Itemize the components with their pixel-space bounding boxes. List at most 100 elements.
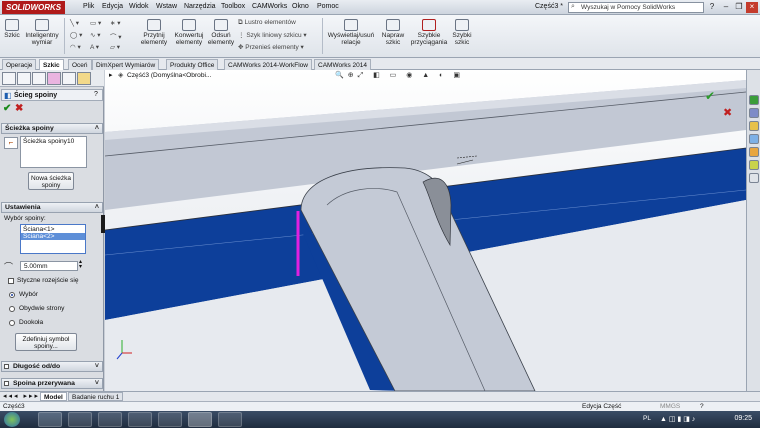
feature-tree-icon[interactable] [2, 72, 16, 85]
tab-dimxpert[interactable]: DimXpert Wymiarów [92, 59, 160, 70]
menu-pomoc[interactable]: Pomoc [317, 3, 339, 10]
bead-size-input[interactable]: 5.00mm [20, 261, 78, 271]
menu-toolbox[interactable]: Toolbox [221, 3, 245, 10]
confirm-corner-cancel-icon[interactable]: ✖ [723, 106, 732, 119]
help-search-input[interactable]: Wyszukaj w Pomocy SolidWorks [568, 2, 704, 13]
property-manager-icon[interactable] [17, 72, 31, 85]
language-indicator[interactable]: PL [643, 415, 651, 422]
taskbar-media-icon[interactable] [128, 412, 152, 427]
tray-icons[interactable]: ▲ ◫ ▮ ◨ ♪ [660, 415, 695, 423]
size-spinner[interactable]: ▴ ▾ [79, 259, 82, 270]
taskbar-firefox-icon[interactable] [158, 412, 182, 427]
forum-icon[interactable] [749, 173, 759, 183]
tab-produkty-office[interactable]: Produkty Office [166, 59, 219, 70]
cancel-x-icon[interactable]: ✖ [15, 103, 23, 114]
confirm-corner-ok-icon[interactable]: ✔ [705, 89, 715, 103]
configuration-manager-icon[interactable] [32, 72, 46, 85]
tab-model[interactable]: Model [40, 392, 67, 401]
taskbar-folder-icon[interactable] [98, 412, 122, 427]
tab-ocen[interactable]: Oceń [68, 59, 92, 70]
tab-motion-study[interactable]: Badanie ruchu 1 [68, 392, 124, 401]
close-icon[interactable]: × [746, 2, 758, 13]
text-tool-icon[interactable]: A ▾ [90, 43, 99, 51]
status-units[interactable]: MMGS [660, 402, 680, 411]
trim-entities-button[interactable]: Przytnij elementy [138, 19, 170, 46]
sketch-button[interactable]: Szkic [2, 19, 22, 39]
display-delete-relations-button[interactable]: Wyświetlaj/usuń relacje [326, 19, 376, 46]
view-tools-icons[interactable]: 🔍⊕⤢ ◧ ▭ ◉ ▲ ◐ ▣ [335, 71, 464, 80]
taskbar-solidworks-icon[interactable] [188, 412, 212, 427]
list-item[interactable]: Ścieżka spoiny10 [23, 138, 74, 145]
menu-wstaw[interactable]: Wstaw [156, 3, 177, 10]
radio-selection[interactable] [9, 292, 15, 298]
radio-both-sides[interactable] [9, 306, 15, 312]
ok-check-icon[interactable]: ✔ [3, 103, 11, 114]
define-weld-symbol-button[interactable]: Zdefiniuj symbol spoiny... [15, 333, 77, 351]
spline-tool-icon[interactable]: ∿ ▾ [90, 31, 101, 39]
new-weld-path-button[interactable]: Nowa ścieżka spoiny [28, 172, 74, 190]
tab-camworks-workflow[interactable]: CAMWorks 2014-WorkFlow [224, 59, 312, 70]
weld-path-group-header[interactable]: Ścieżka spoiny ˄ [1, 123, 103, 134]
rectangle-tool-icon[interactable]: ▭ ▾ [90, 19, 101, 27]
tab-scroll-arrows[interactable]: ◂◂◂ ▸▸▸ [3, 392, 40, 400]
line-tool-icon[interactable]: ╲ ▾ [70, 19, 79, 27]
restore-icon[interactable]: ❐ [733, 2, 745, 13]
point-tool-icon[interactable]: ∗ ▾ [110, 19, 121, 27]
list-item[interactable]: Ściana<1> [23, 226, 55, 233]
display-manager-icon[interactable] [62, 72, 76, 85]
menu-narzedzia[interactable]: Narzędzia [184, 3, 216, 10]
graphics-viewport[interactable]: ▸ ◈ Część3 (Domyślna<Obrobi... 🔍⊕⤢ ◧ ▭ ◉… [105, 70, 746, 391]
appearances-icon[interactable] [749, 147, 759, 157]
design-library-icon[interactable] [749, 108, 759, 118]
length-group-header[interactable]: Długość od/do ˅ [1, 361, 103, 372]
help-icon[interactable]: ? [706, 2, 718, 13]
weld-path-list[interactable]: Ścieżka spoiny10 [20, 136, 87, 168]
length-group-checkbox[interactable] [4, 364, 9, 369]
menu-plik[interactable]: Plik [83, 3, 94, 10]
rapid-sketch-button[interactable]: Szybki szkic [450, 19, 474, 46]
help-icon[interactable]: ? [94, 91, 98, 98]
tab-szkic[interactable]: Szkic [39, 59, 64, 70]
dimxpert-manager-icon[interactable] [47, 72, 61, 85]
weld-selection-list[interactable]: Ściana<1> Ściana<2> [20, 224, 86, 254]
tangent-propagation-checkbox[interactable] [8, 278, 14, 284]
linear-pattern-button[interactable]: ⋮ Szyk liniowy szkicu ▾ [238, 31, 307, 39]
solidworks-resources-icon[interactable] [749, 95, 759, 105]
smart-dimension-button[interactable]: Inteligentny wymiar [22, 19, 62, 46]
camworks-tree-icon[interactable] [77, 72, 91, 85]
start-button-icon[interactable] [4, 412, 20, 427]
radio-all-around[interactable] [9, 320, 15, 326]
taskbar-clock[interactable]: 09:25 [734, 415, 752, 422]
plane-tool-icon[interactable]: ▱ ▾ [110, 43, 120, 51]
repair-sketch-button[interactable]: Napraw szkic [378, 19, 408, 46]
menu-okno[interactable]: Okno [292, 3, 309, 10]
mirror-entities-button[interactable]: ⧉ Lustro elementów [238, 19, 296, 27]
minimize-icon[interactable]: – [720, 2, 732, 13]
tab-camworks[interactable]: CAMWorks 2014 [314, 59, 372, 70]
convert-entities-button[interactable]: Konwertuj elementy [172, 19, 206, 46]
solidworks-logo[interactable]: SOLIDWORKS [2, 1, 66, 14]
custom-properties-icon[interactable] [749, 160, 759, 170]
tree-flyout-icon[interactable]: ▸ [109, 71, 113, 79]
quick-snaps-button[interactable]: Szybkie przyciągania [410, 19, 448, 46]
file-explorer-icon[interactable] [749, 121, 759, 131]
arc-tool-icon[interactable]: ◠ ▾ [70, 43, 81, 51]
menu-camworks[interactable]: CAMWorks [252, 3, 287, 10]
taskbar-app-icon[interactable] [218, 412, 242, 427]
taskbar-explorer-icon[interactable] [38, 412, 62, 427]
offset-entities-button[interactable]: Odsuń elementy [206, 19, 236, 46]
tab-operacje[interactable]: Operacje [2, 59, 37, 70]
fillet-tool-icon[interactable]: ⌒ ▾ [110, 31, 122, 41]
settings-group-header[interactable]: Ustawienia ˄ [1, 202, 103, 213]
intermittent-weld-checkbox[interactable] [4, 381, 9, 386]
circle-tool-icon[interactable]: ◯ ▾ [70, 31, 82, 39]
menu-widok[interactable]: Widok [129, 3, 148, 10]
move-entities-button[interactable]: ✥ Przenieś elementy ▾ [238, 43, 304, 51]
taskbar-ie-icon[interactable] [68, 412, 92, 427]
view-palette-icon[interactable] [749, 134, 759, 144]
status-help-icon[interactable]: ? [700, 402, 704, 411]
feature-tree-breadcrumb[interactable]: Część3 (Domyślna<Obrobi... [127, 72, 211, 79]
menu-edycja[interactable]: Edycja [102, 3, 123, 10]
list-item-selected[interactable]: Ściana<2> [21, 233, 85, 240]
intermittent-weld-group-header[interactable]: Spoina przerywana ˅ [1, 378, 103, 389]
